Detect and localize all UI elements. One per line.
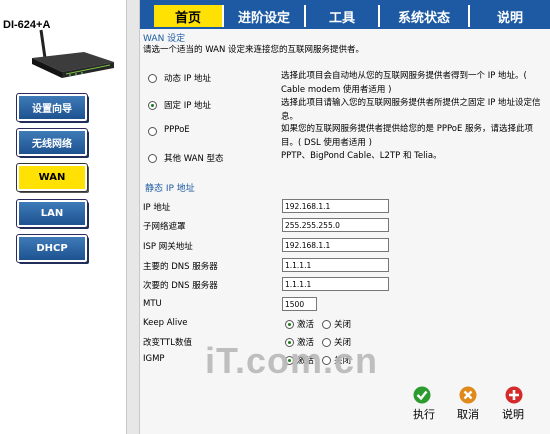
sidebar-item-setup-wizard[interactable]: 设置向导	[16, 93, 88, 122]
top-navigation: 首页 进阶设定 工具 系统状态 说明	[140, 0, 550, 28]
subnet-mask-input[interactable]	[282, 218, 389, 232]
wan-intro: 请选一个适当的 WAN 设定来连接您的互联网服务提供者。	[143, 45, 365, 55]
option-static-ip-label: 固定 IP 地址	[164, 101, 212, 111]
router-admin-page: DI-624+A 设置向导 无线网络 WAN LAN DHCP 首页 进阶设定 …	[0, 0, 550, 434]
radio-other-wan[interactable]	[148, 154, 157, 163]
tab-advanced[interactable]: 进阶设定	[222, 5, 304, 27]
keep-alive-disable-radio[interactable]	[322, 320, 331, 329]
help-button[interactable]: 说明	[502, 406, 524, 422]
router-image	[32, 29, 114, 78]
sidebar-item-wan[interactable]: WAN	[16, 163, 88, 192]
radio-pppoe[interactable]	[148, 127, 157, 136]
plus-icon[interactable]	[505, 386, 523, 404]
divider-strip	[126, 0, 140, 434]
check-icon[interactable]	[413, 386, 431, 404]
field-label-ip-address: IP 地址	[143, 203, 171, 213]
watermark: iT.com.cn	[205, 340, 379, 381]
option-other-wan-desc: PPTP、BigPond Cable、L2TP 和 Telia。	[281, 151, 442, 161]
secondary-dns-input[interactable]	[282, 277, 389, 291]
option-static-ip-desc: 选择此项目请输入您的互联网服务提供者所提供之固定 IP 地址设定信息。	[281, 98, 541, 122]
keep-alive-disable-label: 关闭	[334, 320, 352, 330]
tab-status[interactable]: 系统状态	[378, 5, 468, 27]
keep-alive-enable-radio[interactable]	[285, 320, 294, 329]
radio-dynamic-ip[interactable]	[148, 74, 157, 83]
sidebar-item-dhcp[interactable]: DHCP	[16, 234, 88, 263]
sidebar-item-lan[interactable]: LAN	[16, 199, 88, 228]
field-label-primary-dns: 主要的 DNS 服务器	[143, 262, 218, 272]
ip-address-input[interactable]	[282, 199, 389, 213]
field-label-igmp: IGMP	[143, 354, 165, 364]
primary-dns-input[interactable]	[282, 258, 389, 272]
gateway-input[interactable]	[282, 238, 389, 252]
field-label-gateway: ISP 网关地址	[143, 242, 193, 252]
option-pppoe-desc: 如果您的互联网服务提供者提供给您的是 PPPoE 服务，请选择此项目。( DSL…	[281, 124, 534, 148]
radio-static-ip[interactable]	[148, 101, 157, 110]
field-label-ttl: 改变TTL数值	[143, 338, 192, 348]
mtu-input[interactable]	[282, 297, 317, 311]
field-label-secondary-dns: 次要的 DNS 服务器	[143, 281, 218, 291]
option-other-wan-label: 其他 WAN 型态	[164, 154, 224, 164]
static-ip-section-title: 静态 IP 地址	[145, 184, 195, 194]
cross-icon[interactable]	[459, 386, 477, 404]
field-label-keep-alive: Keep Alive	[143, 318, 188, 328]
left-panel: DI-624+A 设置向导 无线网络 WAN LAN DHCP	[0, 0, 132, 434]
option-dynamic-ip-label: 动态 IP 地址	[164, 74, 212, 84]
tab-help[interactable]: 说明	[468, 5, 550, 27]
field-label-subnet-mask: 子网络遮罩	[143, 222, 186, 232]
cancel-button[interactable]: 取消	[457, 406, 479, 422]
option-pppoe-label: PPPoE	[164, 125, 190, 135]
tab-home[interactable]: 首页	[154, 5, 222, 27]
apply-button[interactable]: 执行	[413, 406, 435, 422]
tab-tools[interactable]: 工具	[304, 5, 378, 27]
option-dynamic-ip-desc: 选择此项目会自动地从您的互联网服务提供者得到一个 IP 地址。( Cable m…	[281, 71, 527, 95]
sidebar-item-wireless[interactable]: 无线网络	[16, 128, 88, 157]
field-label-mtu: MTU	[143, 299, 162, 309]
keep-alive-enable-label: 激活	[297, 320, 315, 330]
